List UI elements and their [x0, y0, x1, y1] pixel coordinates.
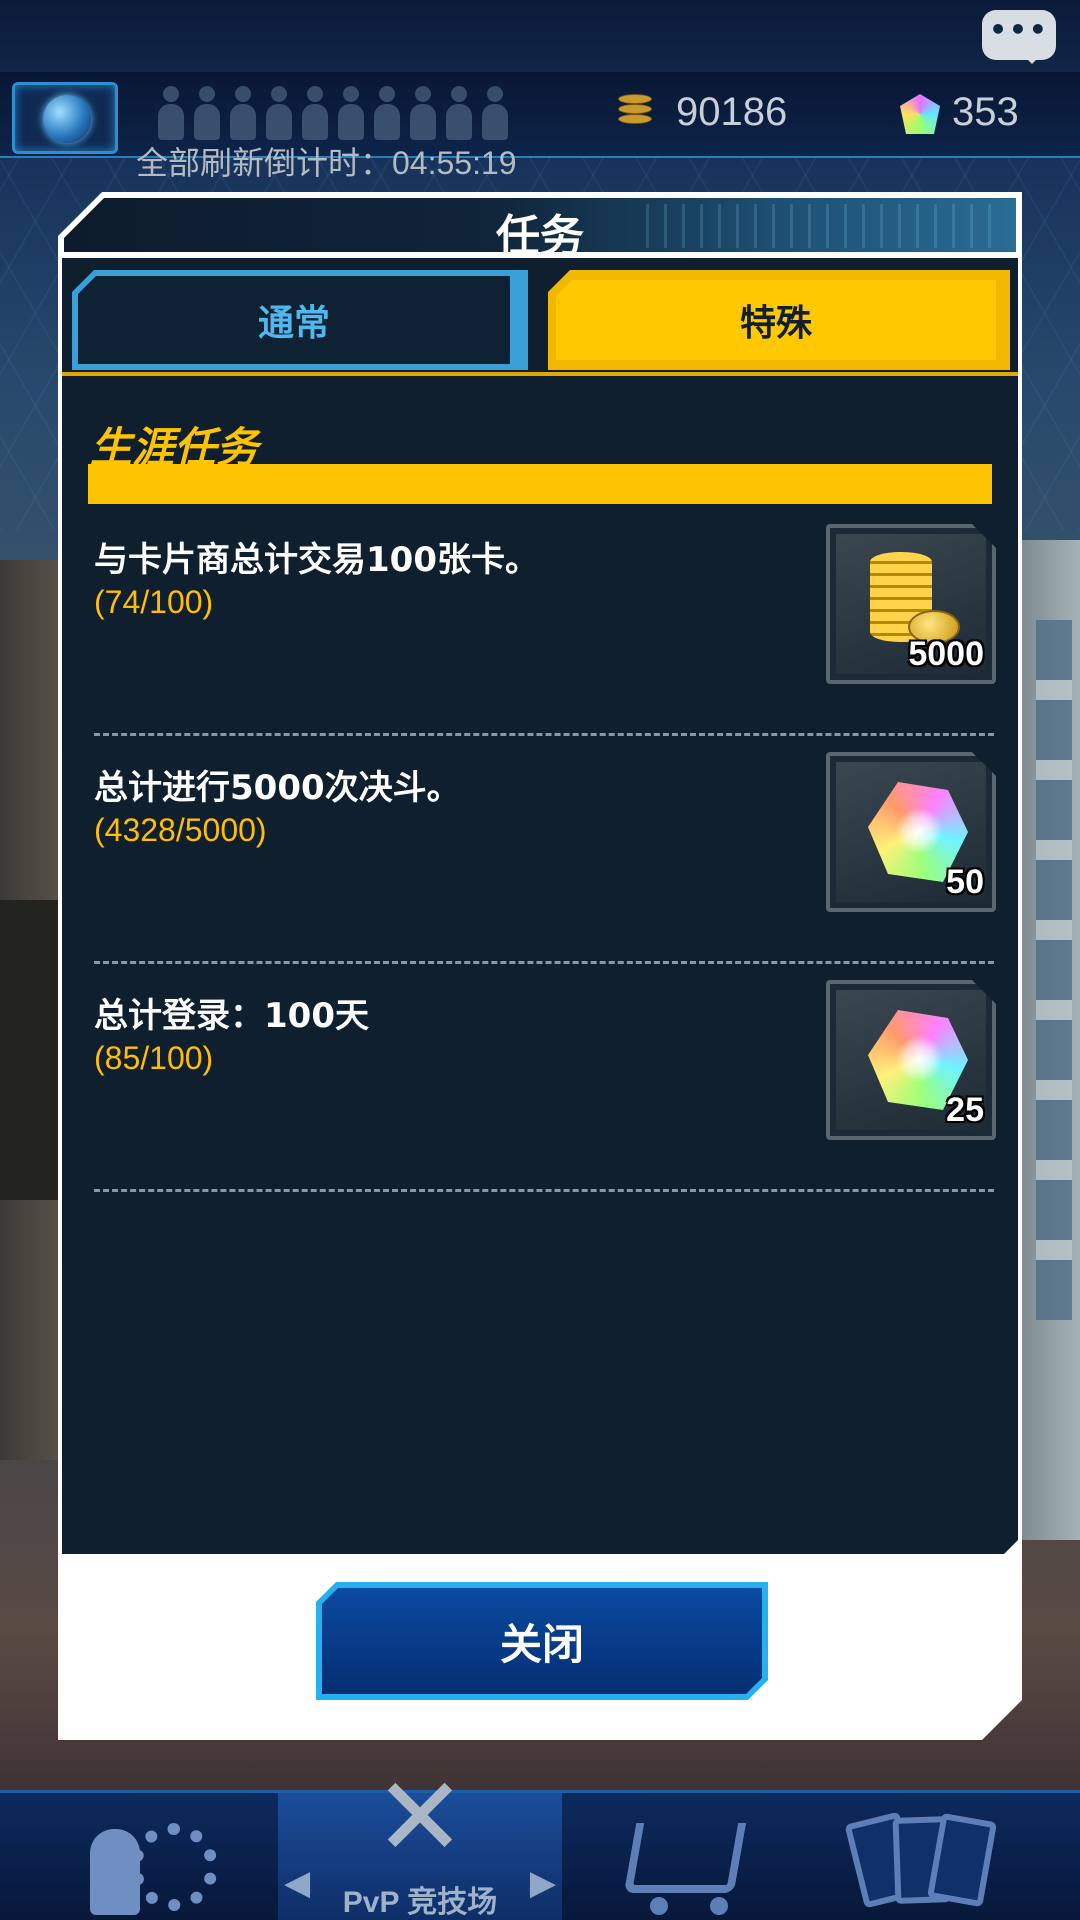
- chat-button[interactable]: •••: [982, 10, 1056, 64]
- tab-normal[interactable]: 通常: [72, 270, 528, 370]
- nav-pvp-arena[interactable]: ✕ ◀ ▶ PvP 竞技场: [278, 1762, 562, 1920]
- gold-amount: 90186: [676, 90, 788, 134]
- gear-icon: [130, 1823, 218, 1911]
- tab-normal-label: 通常: [78, 276, 510, 364]
- refresh-countdown: 全部刷新倒计时：04:55:19: [136, 145, 517, 181]
- tab-special[interactable]: 特殊: [548, 270, 1010, 370]
- crossed-swords-icon: ✕: [373, 1753, 467, 1881]
- mission-text: 总计进行5000次决斗。: [94, 768, 461, 808]
- reward-tile[interactable]: 25: [826, 980, 996, 1140]
- mission-item: 总计进行5000次决斗。 (4328/5000) 50: [94, 736, 994, 964]
- missions-dialog: 任务 通常 特殊 生涯任务 与卡片商总计交易100张卡。 (74/100) 50…: [58, 192, 1022, 1740]
- person-icon: [299, 86, 331, 142]
- person-icon: [155, 86, 187, 142]
- gold-coin-icon: [612, 90, 656, 134]
- person-icon: [407, 86, 439, 142]
- world-button[interactable]: [12, 82, 118, 154]
- tab-special-label: 特殊: [556, 280, 996, 360]
- dialog-title: 任务: [496, 211, 584, 262]
- section-bar: [88, 464, 992, 504]
- person-icon: [335, 86, 367, 142]
- reward-quantity: 50: [946, 863, 984, 901]
- nav-shop[interactable]: [610, 1793, 770, 1920]
- tab-underline: [62, 372, 1018, 376]
- mission-progress: (4328/5000): [94, 812, 267, 848]
- person-icon: [371, 86, 403, 142]
- reward-quantity: 25: [946, 1091, 984, 1129]
- close-button[interactable]: 关闭: [316, 1582, 768, 1700]
- nav-deck[interactable]: [844, 1793, 1010, 1920]
- person-icon: [479, 86, 511, 142]
- chat-icon: •••: [989, 13, 1049, 46]
- building-left-shadow: [0, 900, 60, 1200]
- mission-item: 总计登录：100天 (85/100) 25: [94, 964, 994, 1192]
- gem-amount: 353: [952, 90, 1019, 134]
- mission-progress: (85/100): [94, 1040, 214, 1076]
- reward-tile[interactable]: 5000: [826, 524, 996, 684]
- nav-home[interactable]: [60, 1793, 260, 1920]
- reward-quantity: 5000: [908, 635, 984, 673]
- mission-progress: (74/100): [94, 584, 214, 620]
- divider: [94, 1189, 994, 1192]
- bottom-nav: ✕ ◀ ▶ PvP 竞技场: [0, 1762, 1080, 1920]
- building-right-windows: [1036, 620, 1072, 1320]
- person-icon: [443, 86, 475, 142]
- person-icon: [191, 86, 223, 142]
- close-button-label: 关闭: [322, 1588, 762, 1694]
- top-hud: 90186 353 ••• 全部刷新倒计时：04:55:19: [0, 0, 1080, 181]
- cart-icon: [623, 1823, 747, 1893]
- mission-item: 与卡片商总计交易100张卡。 (74/100) 5000: [94, 508, 994, 736]
- mission-tabs: 通常 特殊: [62, 260, 1018, 372]
- person-icon: [263, 86, 295, 142]
- pvp-label: PvP 竞技场: [342, 1886, 498, 1919]
- globe-icon: [43, 95, 91, 143]
- mission-text: 与卡片商总计交易100张卡。: [94, 540, 539, 580]
- reward-tile[interactable]: 50: [826, 752, 996, 912]
- mission-text: 总计登录：100天: [94, 996, 369, 1036]
- friends-indicator: [155, 86, 515, 146]
- person-icon: [227, 86, 259, 142]
